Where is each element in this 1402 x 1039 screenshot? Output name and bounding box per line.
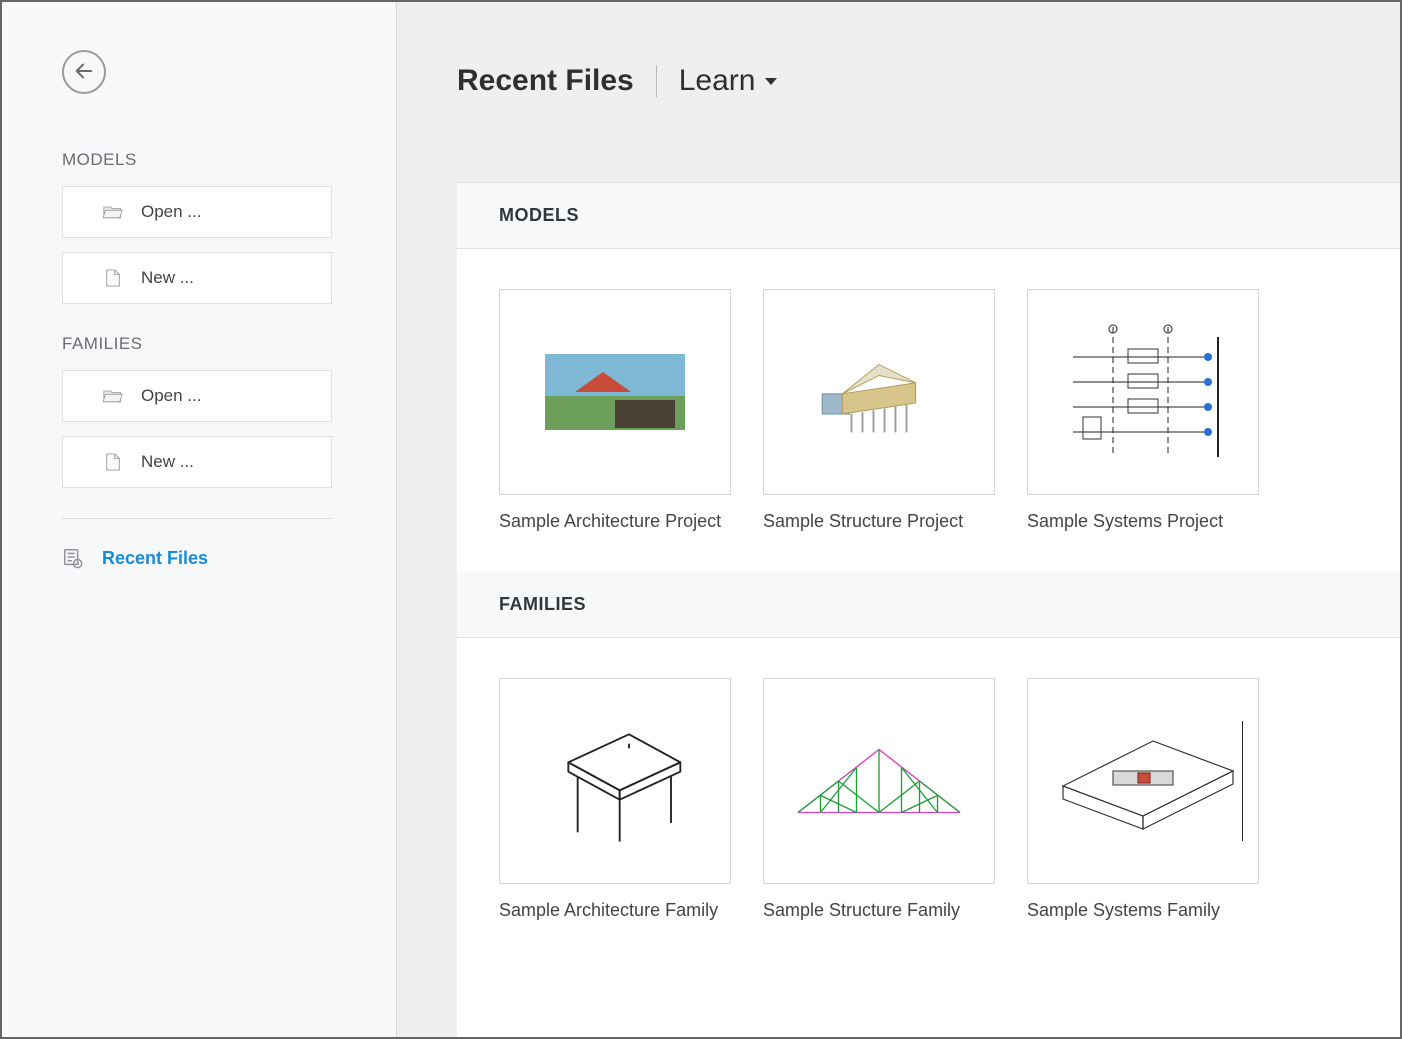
section-header-families: FAMILIES: [457, 572, 1400, 638]
open-model-button[interactable]: Open ...: [62, 186, 332, 238]
section-header-models: MODELS: [457, 183, 1400, 249]
model-card[interactable]: Sample Structure Project: [763, 289, 995, 532]
model-card[interactable]: Sample Architecture Project: [499, 289, 731, 532]
tab-label: Recent Files: [457, 64, 634, 98]
model-card[interactable]: Sample Systems Project: [1027, 289, 1259, 532]
card-label: Sample Systems Project: [1027, 511, 1259, 532]
card-label: Sample Systems Family: [1027, 900, 1259, 921]
family-card[interactable]: Sample Systems Family: [1027, 678, 1259, 921]
divider: [62, 518, 332, 519]
button-label: New ...: [141, 452, 194, 472]
systems-family-preview-icon: [1043, 711, 1243, 851]
tab-label: Learn: [679, 64, 756, 98]
family-card[interactable]: Sample Architecture Family: [499, 678, 731, 921]
systems-project-preview-icon: [1048, 317, 1238, 467]
button-label: Open ...: [141, 386, 201, 406]
content-area: MODELS Sample Architecture Project: [457, 182, 1400, 1037]
thumbnail: [763, 289, 995, 495]
card-label: Sample Structure Project: [763, 511, 995, 532]
thumbnail: [499, 678, 731, 884]
folder-open-icon: [103, 388, 123, 404]
family-card[interactable]: Sample Structure Family: [763, 678, 995, 921]
recent-files-link[interactable]: Recent Files: [62, 547, 336, 569]
structure-family-preview-icon: [784, 736, 974, 826]
tab-separator: [656, 65, 657, 97]
thumbnail: [763, 678, 995, 884]
thumbnail: [499, 289, 731, 495]
button-label: Open ...: [141, 202, 201, 222]
families-row: Sample Architecture Family: [457, 638, 1400, 961]
arch-project-preview-icon: [545, 354, 685, 430]
card-label: Sample Structure Family: [763, 900, 995, 921]
header: Recent Files Learn: [397, 2, 1400, 182]
new-model-button[interactable]: New ...: [62, 252, 332, 304]
main-panel: Recent Files Learn MODELS Sample Archite…: [397, 2, 1400, 1037]
tab-recent-files[interactable]: Recent Files: [457, 64, 634, 98]
chevron-down-icon: [765, 78, 777, 85]
file-new-icon: [103, 270, 123, 286]
card-label: Sample Architecture Family: [499, 900, 731, 921]
models-row: Sample Architecture Project: [457, 249, 1400, 572]
back-button[interactable]: [62, 50, 106, 94]
recent-files-icon: [62, 547, 84, 569]
sidebar: MODELS Open ... New ... FAMILIES Open: [2, 2, 397, 1037]
arch-family-preview-icon: [530, 711, 700, 851]
sidebar-section-label: FAMILIES: [62, 334, 336, 354]
structure-project-preview-icon: [799, 337, 959, 447]
thumbnail: [1027, 289, 1259, 495]
folder-open-icon: [103, 204, 123, 220]
thumbnail: [1027, 678, 1259, 884]
recent-files-label: Recent Files: [102, 548, 208, 569]
card-label: Sample Architecture Project: [499, 511, 731, 532]
new-family-button[interactable]: New ...: [62, 436, 332, 488]
sidebar-section-label: MODELS: [62, 150, 336, 170]
sidebar-section-families: FAMILIES Open ... New ...: [62, 334, 336, 488]
button-label: New ...: [141, 268, 194, 288]
file-new-icon: [103, 454, 123, 470]
open-family-button[interactable]: Open ...: [62, 370, 332, 422]
tab-learn[interactable]: Learn: [679, 64, 778, 98]
arrow-left-icon: [73, 60, 95, 85]
sidebar-section-models: MODELS Open ... New ...: [62, 150, 336, 304]
